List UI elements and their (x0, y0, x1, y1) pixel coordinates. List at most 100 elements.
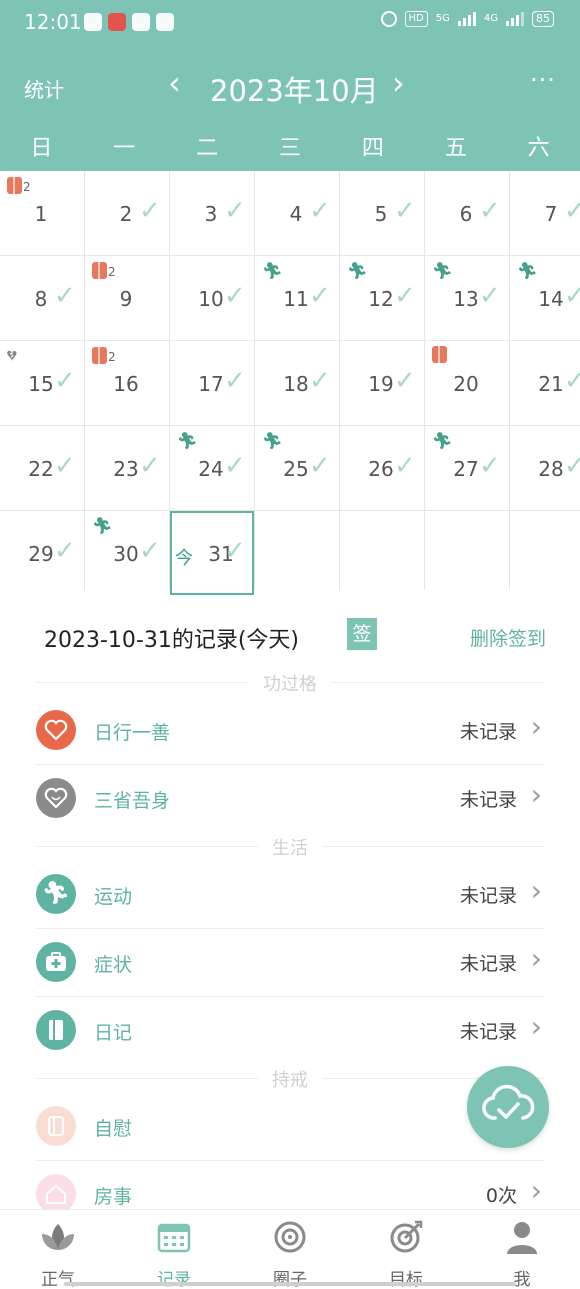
calendar-day-28[interactable]: 28 ✓ (510, 426, 580, 510)
section-label-merit: 功过格 (249, 670, 331, 696)
calendar-day-10[interactable]: 10 ✓ (170, 256, 254, 340)
more-icon[interactable]: ··· (530, 66, 556, 94)
calendar-day-8[interactable]: 8 ✓ (0, 256, 84, 340)
target-icon (348, 1220, 464, 1254)
calendar-day-20[interactable]: 20 (425, 341, 509, 425)
lotus-icon (0, 1220, 116, 1254)
calendar-day-13[interactable]: 🏃︎ 13 ✓ (425, 256, 509, 340)
signed-badge: 签 (347, 618, 377, 650)
calendar-day-9[interactable]: 29 (85, 256, 169, 340)
row-diary[interactable]: 日记 未记录 › (36, 997, 544, 1065)
count-badge: 2 (108, 350, 116, 364)
calendar-empty-cell (510, 511, 580, 595)
calendar-day-11[interactable]: 🏃︎ 11 ✓ (255, 256, 339, 340)
calendar-day-22[interactable]: 22 ✓ (0, 426, 84, 510)
status-bar: 12:01 HD 5G 4G 85 (0, 0, 580, 46)
calendar-day-2[interactable]: 2 ✓ (85, 171, 169, 255)
calendar-day-21[interactable]: 21 ✓ (510, 341, 580, 425)
tab-circle[interactable]: 圈子 (232, 1210, 348, 1289)
row-label: 三省吾身 (94, 790, 171, 812)
row-good-deed[interactable]: 日行一善 未记录 › (36, 697, 544, 765)
house-icon (36, 1174, 76, 1214)
section-divider-life: 生活 (36, 834, 544, 860)
calendar-day-30[interactable]: 🏃︎ 30 ✓ (85, 511, 169, 595)
calendar-day-24[interactable]: 🏃︎ 24 ✓ (170, 426, 254, 510)
wechat-icon (84, 13, 102, 31)
calendar-day-26[interactable]: 26 ✓ (340, 426, 424, 510)
cloud-sync-button[interactable] (467, 1066, 549, 1148)
calendar-day-19[interactable]: 19 ✓ (340, 341, 424, 425)
row-value: 未记录 (459, 721, 517, 743)
calendar-day-23[interactable]: 23 ✓ (85, 426, 169, 510)
running-icon: 🏃︎ (36, 874, 76, 914)
signal-icon-2 (506, 12, 524, 26)
row-label: 运动 (94, 886, 133, 908)
checkmark-icon: ✓ (224, 196, 246, 226)
checkmark-icon: ✓ (479, 451, 501, 481)
calendar-day-29[interactable]: 29 ✓ (0, 511, 84, 595)
day-number: 1 (34, 202, 48, 226)
calendar-day-6[interactable]: 6 ✓ (425, 171, 509, 255)
tab-goal[interactable]: 目标 (348, 1210, 464, 1289)
day-number: 20 (453, 372, 479, 396)
calendar-day-14[interactable]: 🏃︎ 14 ✓ (510, 256, 580, 340)
checkmark-icon: ✓ (54, 451, 76, 481)
weekday-sun: 日 (30, 136, 53, 161)
header: 12:01 HD 5G 4G 85 统计 ‹ 2023年10月 › ··· 日 … (0, 0, 580, 171)
tab-record[interactable]: 记录 (116, 1210, 232, 1289)
checkmark-icon: ✓ (54, 536, 76, 566)
book-icon (36, 1010, 76, 1050)
day-number: 31 (208, 542, 234, 566)
calendar-day-17[interactable]: 17 ✓ (170, 341, 254, 425)
checkmark-icon: ✓ (139, 196, 161, 226)
calendar-day-5[interactable]: 5 ✓ (340, 171, 424, 255)
day-number: 16 (113, 372, 139, 396)
calendar-grid: 2 1 2 ✓ 3 ✓ 4 ✓ 5 ✓ 6 ✓ 7 ✓ 8 ✓ 2 9 10 ✓ 🏃︎ 11 ✓ 🏃︎ 12 ✓ 🏃︎ 13 ✓ 🏃︎ 14… (0, 171, 580, 595)
calendar-day-7[interactable]: 7 ✓ (510, 171, 580, 255)
calendar-day-25[interactable]: 🏃︎ 25 ✓ (255, 426, 339, 510)
chevron-right-icon: › (530, 778, 542, 811)
checkmark-icon: ✓ (224, 366, 246, 396)
hd-badge: HD (404, 11, 428, 27)
roll-icon (36, 1106, 76, 1146)
weekday-wed: 三 (279, 136, 302, 161)
record-title: 2023-10-31的记录(今天) (44, 628, 300, 653)
delete-checkin-button[interactable]: 删除签到 (470, 624, 546, 651)
running-icon: 🏃︎ (262, 261, 283, 280)
row-reflect[interactable]: 三省吾身 未记录 › (36, 765, 544, 833)
stats-button[interactable]: 统计 (24, 74, 64, 103)
calendar-day-4[interactable]: 4 ✓ (255, 171, 339, 255)
calendar-day-18[interactable]: 18 ✓ (255, 341, 339, 425)
person-icon (464, 1220, 580, 1254)
calendar-day-15[interactable]: 💔︎ 15 ✓ (0, 341, 84, 425)
calendar-day-31[interactable]: 今 31 ✓ (170, 511, 254, 595)
circle-icon (232, 1220, 348, 1254)
count-badge: 2 (23, 180, 31, 194)
tab-zhengqi[interactable]: 正气 (0, 1210, 116, 1289)
calendar-day-27[interactable]: 🏃︎ 27 ✓ (425, 426, 509, 510)
status-right: HD 5G 4G 85 (380, 11, 554, 27)
battery-icon: 85 (532, 11, 554, 27)
row-label: 症状 (94, 954, 133, 976)
next-month-button[interactable]: › (392, 64, 405, 102)
calendar-icon (116, 1220, 232, 1254)
calendar-day-12[interactable]: 🏃︎ 12 ✓ (340, 256, 424, 340)
roll-icon: 2 (7, 176, 31, 194)
medkit-icon (36, 942, 76, 982)
row-symptom[interactable]: 症状 未记录 › (36, 929, 544, 997)
bottom-tab-bar: 正气 记录 圈子 目标 我 (0, 1209, 580, 1289)
row-value: 未记录 (459, 789, 517, 811)
tab-me[interactable]: 我 (464, 1210, 580, 1289)
calendar-empty-cell (255, 511, 339, 595)
calendar-day-1[interactable]: 21 (0, 171, 84, 255)
running-icon: 🏃︎ (517, 261, 538, 280)
heart-icon (36, 710, 76, 750)
cloud-check-icon (482, 1084, 535, 1120)
chevron-right-icon: › (530, 942, 542, 975)
calendar-day-3[interactable]: 3 ✓ (170, 171, 254, 255)
calendar-day-16[interactable]: 2 16 (85, 341, 169, 425)
prev-month-button[interactable]: ‹ (168, 64, 181, 102)
day-number: 9 (119, 287, 133, 311)
row-sport[interactable]: 🏃︎ 运动 未记录 › (36, 861, 544, 929)
checkmark-icon: ✓ (309, 366, 331, 396)
